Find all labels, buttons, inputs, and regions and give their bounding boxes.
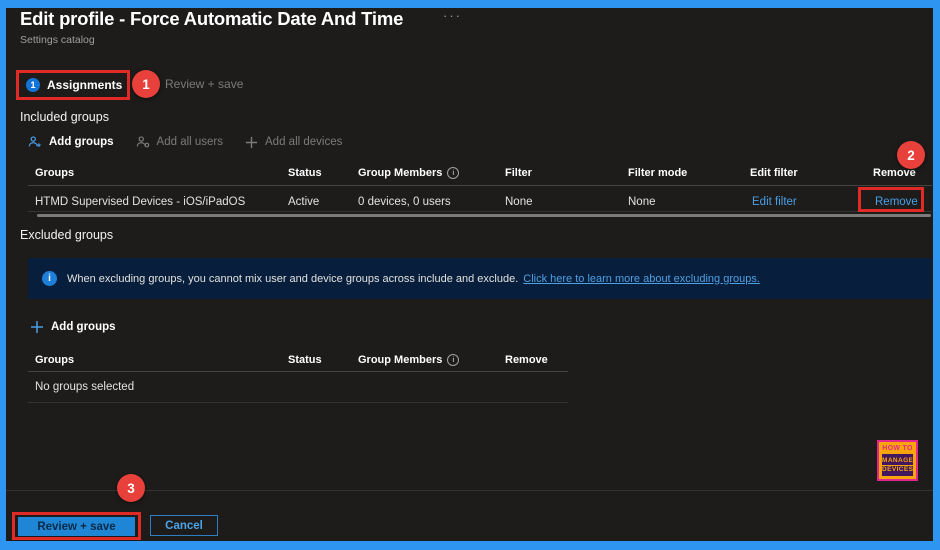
add-all-users-label: Add all users: [156, 136, 224, 148]
add-all-users-button[interactable]: Add all users: [136, 135, 223, 149]
person-users-icon: [136, 135, 150, 149]
col-header-status: Status: [288, 167, 322, 179]
page-title: Edit profile - Force Automatic Date And …: [20, 8, 404, 29]
info-banner-text: When excluding groups, you cannot mix us…: [67, 272, 519, 285]
info-banner: i When excluding groups, you cannot mix …: [28, 258, 931, 299]
cancel-button[interactable]: Cancel: [150, 515, 218, 536]
excluded-empty-text: No groups selected: [35, 381, 135, 393]
table-horizontal-scrollbar[interactable]: [37, 214, 931, 217]
info-icon: i: [447, 354, 460, 366]
annotation-box-remove: [858, 187, 924, 212]
add-groups-button[interactable]: Add groups: [28, 135, 114, 149]
person-add-icon: [28, 135, 42, 149]
more-options-button[interactable]: ···: [443, 8, 462, 23]
plus-icon: [245, 136, 258, 149]
excluded-add-groups-button[interactable]: Add groups: [30, 320, 116, 334]
col-header-edit-filter: Edit filter: [750, 167, 798, 179]
row-group-name: HTMD Supervised Devices - iOS/iPadOS: [35, 196, 246, 208]
tab-assignments[interactable]: Assignments: [47, 78, 122, 92]
logo-text-manage: MANAGE: [882, 456, 914, 466]
excluded-groups-heading: Excluded groups: [20, 228, 114, 242]
logo-block: MANAGE DEVICES: [881, 453, 914, 477]
col-header-filter: Filter: [505, 167, 532, 179]
footer-divider: [6, 490, 933, 491]
logo-text-devices: DEVICES: [882, 465, 914, 473]
annotation-circle-1: 1: [132, 70, 160, 98]
row-status: Active: [288, 196, 320, 208]
annotation-circle-2: 2: [897, 141, 925, 169]
edit-profile-window: Edit profile - Force Automatic Date And …: [0, 0, 940, 550]
col-header-group-members: Group Members i: [358, 167, 460, 179]
col-header-filter-mode: Filter mode: [628, 167, 688, 179]
info-icon: i: [447, 167, 460, 179]
add-all-devices-label: Add all devices: [265, 136, 343, 148]
excluded-table-bottom-divider: [28, 402, 568, 403]
excluded-col-header-remove: Remove: [505, 354, 548, 366]
excluded-col-header-group-members: Group Members i: [358, 354, 460, 366]
info-banner-icon: i: [42, 271, 57, 286]
page-subtitle: Settings catalog: [20, 34, 95, 46]
row-filter: None: [505, 196, 533, 208]
row-members: 0 devices, 0 users: [358, 196, 451, 208]
excluded-add-groups-label: Add groups: [51, 321, 116, 333]
annotation-box-assignments: 1 Assignments: [16, 70, 130, 100]
plus-icon: [30, 320, 44, 334]
excluded-table-header-divider: [28, 371, 568, 372]
annotation-box-review-save: [12, 512, 141, 540]
add-all-devices-button[interactable]: Add all devices: [245, 136, 342, 149]
col-header-groups: Groups: [35, 167, 75, 179]
annotation-circle-3: 3: [117, 474, 145, 502]
included-groups-heading: Included groups: [20, 110, 109, 124]
excluding-groups-learn-more-link[interactable]: Click here to learn more about excluding…: [523, 273, 760, 285]
add-groups-label: Add groups: [49, 136, 114, 148]
tab-review-save[interactable]: Review + save: [165, 77, 243, 91]
tab-step-badge: 1: [26, 78, 40, 92]
htmd-logo: HOW TO MANAGE DEVICES: [877, 440, 918, 481]
row-filter-mode: None: [628, 196, 656, 208]
excluded-col-header-status: Status: [288, 354, 322, 366]
excluded-col-header-groups: Groups: [35, 354, 75, 366]
edit-filter-link[interactable]: Edit filter: [752, 196, 797, 208]
logo-text-how-to: HOW TO: [882, 445, 913, 452]
table-row-divider: [28, 211, 932, 212]
table-header-divider: [28, 185, 932, 186]
